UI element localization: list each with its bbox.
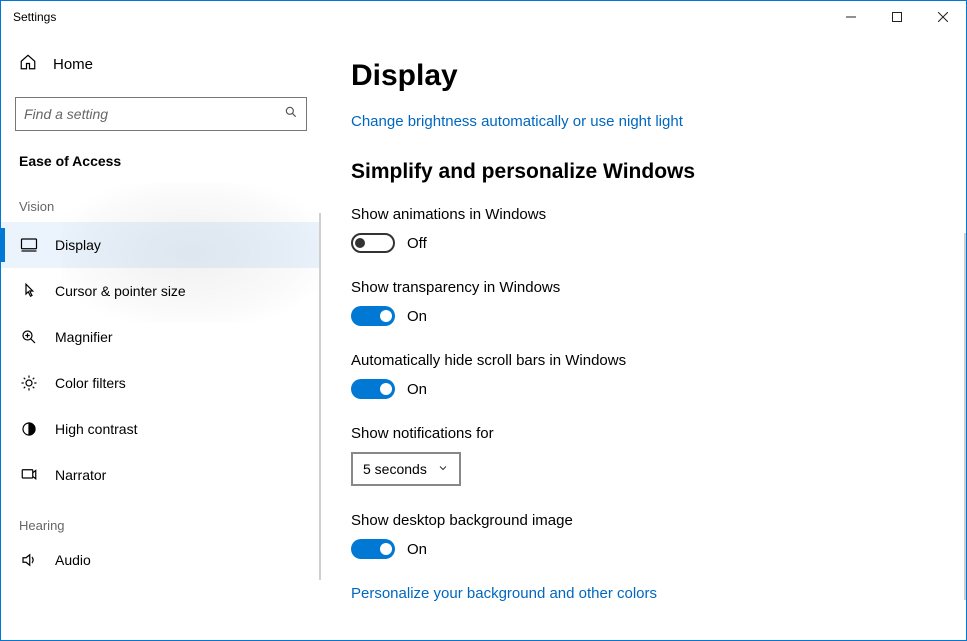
contrast-icon <box>19 419 39 439</box>
notifications-select[interactable]: 5 seconds <box>351 452 461 486</box>
setting-label: Automatically hide scroll bars in Window… <box>351 352 936 369</box>
select-value: 5 seconds <box>363 461 427 477</box>
setting-background-image: Show desktop background image On <box>351 512 936 559</box>
close-button[interactable] <box>920 1 966 33</box>
home-label: Home <box>53 56 93 73</box>
setting-label: Show transparency in Windows <box>351 279 936 296</box>
main-scrollbar[interactable] <box>964 233 966 600</box>
maximize-button[interactable] <box>874 1 920 33</box>
toggle-animations[interactable] <box>351 233 395 253</box>
sidebar-item-label: Color filters <box>55 375 126 391</box>
toggle-state: On <box>407 308 427 325</box>
section-title: Simplify and personalize Windows <box>351 160 936 184</box>
cursor-icon <box>19 281 39 301</box>
toggle-state: Off <box>407 235 427 252</box>
search-box[interactable] <box>15 97 307 131</box>
sidebar-item-cursor[interactable]: Cursor & pointer size <box>1 268 321 314</box>
sidebar-item-label: Cursor & pointer size <box>55 283 186 299</box>
sidebar-item-label: Magnifier <box>55 329 113 345</box>
brightness-link[interactable]: Change brightness automatically or use n… <box>351 113 683 130</box>
sidebar-item-label: Display <box>55 237 101 253</box>
sidebar-item-color-filters[interactable]: Color filters <box>1 360 321 406</box>
sidebar-item-display[interactable]: Display <box>1 222 321 268</box>
search-icon <box>284 105 298 124</box>
minimize-button[interactable] <box>828 1 874 33</box>
page-title: Display <box>351 59 936 93</box>
chevron-down-icon <box>437 461 449 477</box>
main-content: Display Change brightness automatically … <box>321 33 966 640</box>
magnifier-icon <box>19 327 39 347</box>
setting-notifications: Show notifications for 5 seconds <box>351 425 936 486</box>
narrator-icon <box>19 465 39 485</box>
sidebar-item-high-contrast[interactable]: High contrast <box>1 406 321 452</box>
setting-label: Show desktop background image <box>351 512 936 529</box>
titlebar: Settings <box>1 1 966 33</box>
toggle-transparency[interactable] <box>351 306 395 326</box>
sidebar-item-narrator[interactable]: Narrator <box>1 452 321 498</box>
sidebar-item-label: Narrator <box>55 467 106 483</box>
toggle-state: On <box>407 381 427 398</box>
toggle-background-image[interactable] <box>351 539 395 559</box>
setting-label: Show animations in Windows <box>351 206 936 223</box>
sidebar-group-hearing: Hearing <box>1 498 321 541</box>
sidebar: Home Ease of Access Vision Display Curso… <box>1 33 321 640</box>
window-controls <box>828 1 966 33</box>
sidebar-item-label: High contrast <box>55 421 137 437</box>
toggle-hide-scrollbars[interactable] <box>351 379 395 399</box>
sidebar-heading: Ease of Access <box>1 131 321 179</box>
home-icon <box>19 53 37 75</box>
monitor-icon <box>19 235 39 255</box>
setting-label: Show notifications for <box>351 425 936 442</box>
home-nav[interactable]: Home <box>1 41 321 87</box>
setting-animations: Show animations in Windows Off <box>351 206 936 253</box>
toggle-state: On <box>407 541 427 558</box>
speaker-icon <box>19 550 39 570</box>
setting-hide-scrollbars: Automatically hide scroll bars in Window… <box>351 352 936 399</box>
sidebar-item-magnifier[interactable]: Magnifier <box>1 314 321 360</box>
setting-transparency: Show transparency in Windows On <box>351 279 936 326</box>
sidebar-group-vision: Vision <box>1 179 321 222</box>
sidebar-item-audio[interactable]: Audio <box>1 541 321 579</box>
search-input[interactable] <box>24 106 284 122</box>
sun-icon <box>19 373 39 393</box>
personalize-link[interactable]: Personalize your background and other co… <box>351 585 657 602</box>
window-title: Settings <box>13 10 56 24</box>
sidebar-item-label: Audio <box>55 552 91 568</box>
